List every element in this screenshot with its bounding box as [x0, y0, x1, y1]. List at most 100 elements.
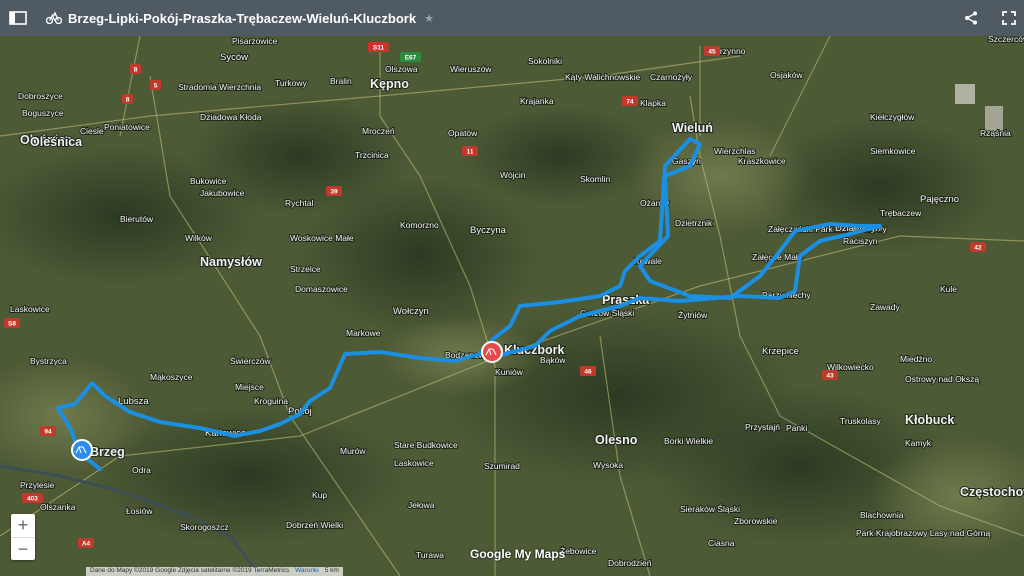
- place-label: Krajanka: [520, 96, 554, 106]
- place-label: Wysoka: [593, 460, 623, 470]
- scale-label: 5 km: [324, 567, 339, 574]
- start-marker[interactable]: [71, 439, 93, 461]
- place-label: Przystajń: [745, 422, 780, 432]
- place-label: Trzcinica: [355, 150, 389, 160]
- place-label: Bąków: [540, 355, 566, 365]
- place-label: Miejsce: [235, 382, 264, 392]
- place-label: Pajęczno: [920, 194, 959, 205]
- road-shield: 8: [122, 94, 133, 104]
- place-label: Byczyna: [470, 225, 507, 236]
- place-label: Panki: [786, 423, 807, 433]
- place-label: Blachownia: [860, 510, 904, 520]
- place-label: Zborowskie: [734, 516, 778, 526]
- place-label: Bukowice: [190, 176, 227, 186]
- place-label: Brzeg: [90, 445, 125, 459]
- svg-text:45: 45: [708, 49, 716, 56]
- place-label: Przylesie: [20, 480, 55, 490]
- place-label: Bierutów: [120, 214, 154, 224]
- place-label: Skomlin: [580, 174, 611, 184]
- place-label: Czarnożyły: [650, 72, 693, 82]
- place-label: Kuniów: [495, 367, 524, 377]
- map-title: Brzeg-Lipki-Pokój-Praszka-Trębaczew-Wiel…: [68, 10, 417, 26]
- place-label: Odra: [132, 465, 151, 475]
- place-label: Kule: [940, 284, 957, 294]
- road-shield: 42: [970, 242, 986, 252]
- place-label: Dziadowa Kłoda: [200, 112, 262, 122]
- svg-text:43: 43: [826, 373, 834, 380]
- svg-text:E67: E67: [405, 55, 417, 62]
- place-label: Olszowa: [385, 64, 418, 74]
- road-shield: 8: [130, 64, 141, 74]
- place-label: Murów: [340, 446, 366, 456]
- place-label: Stradomia Wierzchnia: [178, 82, 261, 92]
- place-label: Opatów: [448, 128, 478, 138]
- road-shield: 46: [580, 366, 596, 376]
- road-shield: 45: [704, 46, 720, 56]
- svg-text:5: 5: [154, 83, 158, 90]
- place-label: Kraszkowice: [738, 156, 786, 166]
- place-label: Skorogoszcz: [180, 522, 229, 532]
- place-label: Pisarzowice: [232, 36, 278, 46]
- place-label: Olszanka: [40, 502, 76, 512]
- place-label: Kłobuck: [905, 413, 954, 427]
- place-label: Laskowice: [10, 304, 50, 314]
- place-label: Truskolasy: [840, 416, 882, 426]
- svg-text:94: 94: [44, 429, 52, 436]
- place-label: Raciszyn: [843, 236, 878, 246]
- svg-text:403: 403: [27, 496, 38, 503]
- place-label: Wieruszów: [450, 64, 492, 74]
- place-label: Woskowice Małe: [290, 233, 354, 243]
- place-label: Kąty Walichnowskie: [565, 72, 641, 82]
- road-shield: 11: [462, 146, 478, 156]
- place-label: Żebowice: [560, 546, 597, 556]
- place-label: Poniatowice: [104, 122, 150, 132]
- place-label: Borki Wielkie: [664, 436, 713, 446]
- place-label: Bralin: [330, 76, 352, 86]
- bicycle-icon: [46, 12, 62, 24]
- sidebar-toggle-icon[interactable]: [0, 0, 36, 36]
- place-label: Rząśnia: [980, 128, 1011, 138]
- place-label: Dobroszyce: [18, 91, 63, 101]
- road-shield: S11: [368, 42, 389, 52]
- svg-text:S8: S8: [8, 321, 16, 328]
- google-my-maps-logo: Google My Maps: [470, 547, 566, 561]
- road-shield: 94: [40, 426, 56, 436]
- place-label: Rychtal: [285, 198, 313, 208]
- place-label: Park Krajobrazowy Lasy nad Górną: [856, 528, 990, 538]
- road-shield: 403: [22, 493, 43, 503]
- attribution-bar: Dane do Mapy ©2019 Google Zdjęcia sateli…: [86, 567, 343, 576]
- star-icon[interactable]: ★: [424, 12, 434, 25]
- place-label: Krzepice: [762, 346, 799, 357]
- place-label: Boguszyce: [22, 108, 64, 118]
- place-label: Mroczeń: [362, 126, 395, 136]
- svg-text:11: 11: [467, 149, 474, 156]
- place-label: Sokolniki: [528, 56, 562, 66]
- place-label: Dzietrznik: [675, 218, 713, 228]
- satellite-map[interactable]: Pisarzowice Syców Turkowy Bralin Olszowa Wier…: [0, 36, 1024, 576]
- zoom-out-button[interactable]: −: [11, 538, 35, 561]
- place-label: Jełowa: [408, 500, 435, 510]
- terms-link[interactable]: Warunki: [295, 567, 319, 576]
- place-label: Olesno: [595, 433, 638, 447]
- place-label: Kroguina: [254, 396, 288, 406]
- place-label: Wołczyn: [393, 306, 429, 317]
- road-shield: 39: [326, 186, 342, 196]
- road-shield: 43: [822, 370, 838, 380]
- end-marker[interactable]: [481, 341, 503, 363]
- attribution-text: Dane do Mapy ©2019 Google Zdjęcia sateli…: [90, 567, 290, 574]
- zoom-in-button[interactable]: +: [11, 514, 35, 537]
- svg-text:A4: A4: [82, 541, 91, 548]
- share-icon[interactable]: [964, 11, 978, 25]
- fullscreen-icon[interactable]: [1002, 11, 1016, 25]
- place-label: Namysłów: [200, 255, 262, 269]
- svg-text:39: 39: [330, 189, 338, 196]
- place-label: Zawady: [870, 302, 901, 312]
- place-label: Świerczów: [230, 355, 271, 366]
- zoom-control: + −: [11, 514, 35, 560]
- place-label: Jakubowice: [200, 188, 245, 198]
- place-label: Ostrowy nad Okszą: [905, 374, 979, 384]
- road-shield: S8: [4, 318, 20, 328]
- place-label: Turkowy: [275, 78, 308, 88]
- place-label: Szczercóv: [988, 36, 1024, 44]
- place-label: Wierzchlas: [714, 146, 756, 156]
